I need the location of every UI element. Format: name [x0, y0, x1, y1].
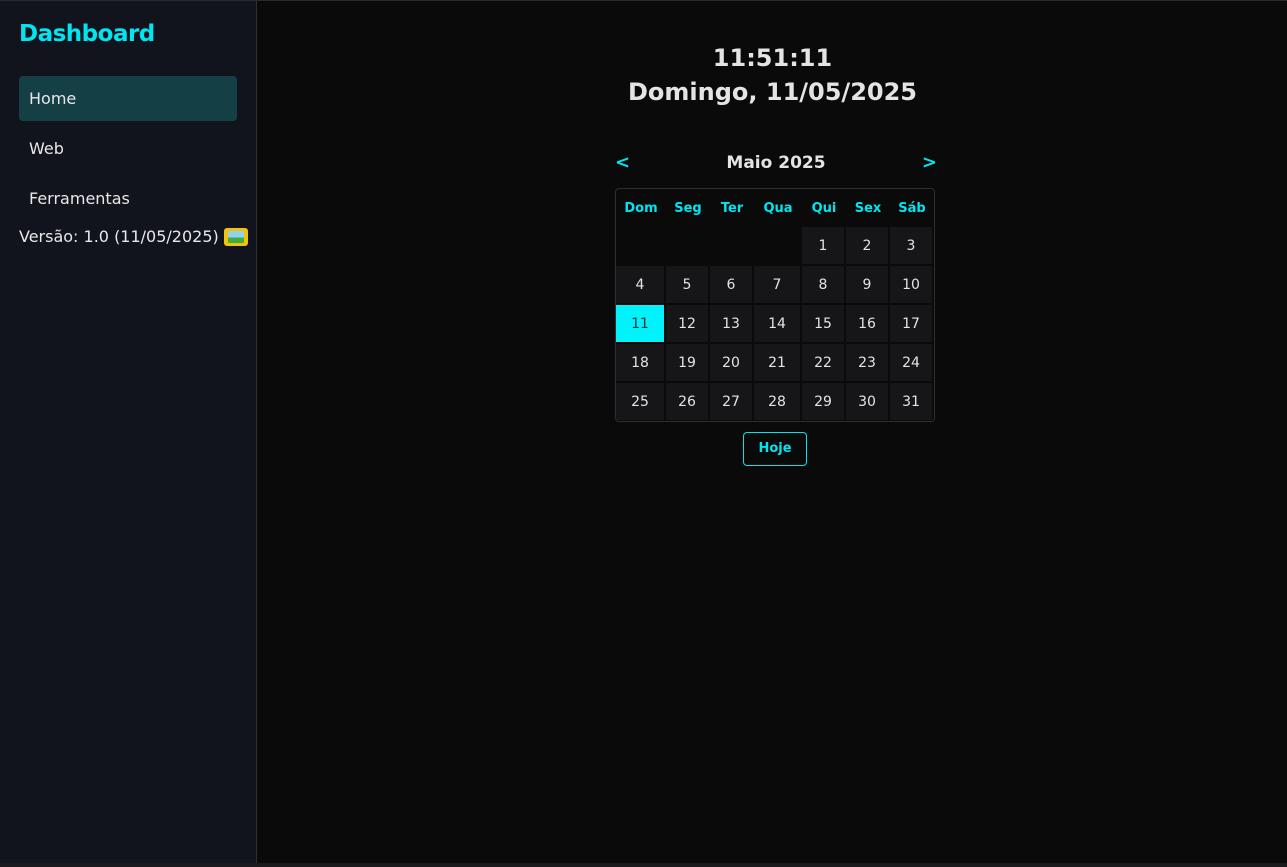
calendar-day[interactable]: 17 [890, 305, 934, 344]
calendar-header: < Maio 2025 > [615, 152, 937, 178]
calendar-day[interactable]: 20 [710, 344, 754, 383]
calendar-day[interactable]: 3 [890, 227, 934, 266]
calendar-empty-cell [754, 227, 802, 266]
calendar-grid: Dom Seg Ter Qua Qui Sex Sáb 1 2 3 4 5 6 7 8 9 10 11 12 13 14… [615, 188, 935, 422]
sidebar-item-label: Home [29, 89, 77, 108]
calendar-day[interactable]: 21 [754, 344, 802, 383]
weekday-header: Qui [811, 200, 837, 216]
framed-picture-icon [223, 227, 248, 246]
sidebar-item-web[interactable]: Web [19, 126, 237, 171]
calendar-day-selected[interactable]: 11 [616, 305, 666, 344]
sidebar-item-home[interactable]: Home [19, 76, 237, 121]
calendar-empty-cell [710, 227, 754, 266]
calendar-day[interactable]: 24 [890, 344, 934, 383]
calendar-day[interactable]: 18 [616, 344, 666, 383]
calendar-day[interactable]: 25 [616, 383, 666, 421]
weekday-header: Qua [763, 200, 793, 216]
calendar-day[interactable]: 12 [666, 305, 710, 344]
sidebar-item-label: Web [29, 139, 64, 158]
calendar-day[interactable]: 1 [802, 227, 846, 266]
calendar-day[interactable]: 14 [754, 305, 802, 344]
bottom-edge [0, 863, 1287, 867]
weekday-header: Sex [854, 200, 882, 216]
calendar-day[interactable]: 13 [710, 305, 754, 344]
calendar-month-title: Maio 2025 [726, 153, 826, 173]
calendar-day[interactable]: 5 [666, 266, 710, 305]
calendar-day[interactable]: 27 [710, 383, 754, 421]
calendar-day[interactable]: 6 [710, 266, 754, 305]
sidebar-item-label: Ferramentas [29, 189, 130, 208]
calendar-day[interactable]: 9 [846, 266, 890, 305]
calendar-day[interactable]: 16 [846, 305, 890, 344]
calendar-day[interactable]: 28 [754, 383, 802, 421]
calendar-day[interactable]: 19 [666, 344, 710, 383]
calendar-day[interactable]: 26 [666, 383, 710, 421]
weekday-header: Ter [720, 200, 744, 216]
calendar-day[interactable]: 2 [846, 227, 890, 266]
calendar-day[interactable]: 30 [846, 383, 890, 421]
calendar-empty-cell [616, 227, 666, 266]
calendar-day[interactable]: 15 [802, 305, 846, 344]
next-month-button[interactable]: > [922, 152, 937, 173]
current-date: Domingo, 11/05/2025 [628, 78, 917, 106]
weekday-header: Dom [624, 200, 658, 216]
calendar-day[interactable]: 8 [802, 266, 846, 305]
calendar-day[interactable]: 4 [616, 266, 666, 305]
calendar-day[interactable]: 29 [802, 383, 846, 421]
clock-time: 11:51:11 [712, 44, 833, 72]
calendar-day[interactable]: 7 [754, 266, 802, 305]
sidebar-item-ferramentas[interactable]: Ferramentas [19, 176, 237, 221]
calendar-day[interactable]: 31 [890, 383, 934, 421]
version-info: Versão: 1.0 (11/05/2025) [19, 227, 248, 246]
weekday-header: Seg [674, 200, 702, 216]
calendar-day[interactable]: 23 [846, 344, 890, 383]
brand-title: Dashboard [19, 21, 155, 47]
today-button[interactable]: Hoje [743, 432, 807, 466]
calendar-day[interactable]: 22 [802, 344, 846, 383]
calendar-empty-cell [666, 227, 710, 266]
calendar-day[interactable]: 10 [890, 266, 934, 305]
app-window: Dashboard Home Web Ferramentas Versão: 1… [0, 0, 1287, 867]
sidebar: Dashboard Home Web Ferramentas Versão: 1… [0, 1, 257, 863]
weekday-header: Sáb [898, 200, 926, 216]
version-label: Versão: 1.0 (11/05/2025) [19, 227, 219, 246]
